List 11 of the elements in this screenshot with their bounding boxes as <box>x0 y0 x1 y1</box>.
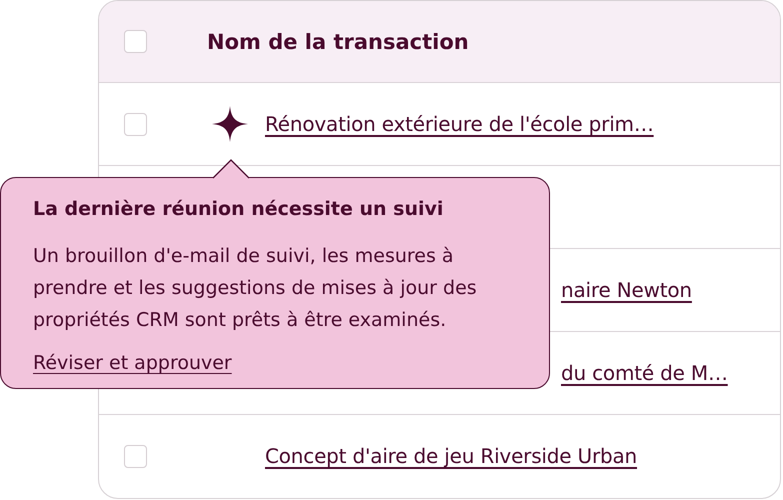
deal-link[interactable]: du comté de M… <box>561 361 728 385</box>
column-header: Nom de la transaction <box>207 30 469 54</box>
checkbox[interactable] <box>124 112 147 136</box>
tooltip-title: La dernière réunion nécessite un suivi <box>33 197 444 222</box>
deal-link[interactable]: Concept d'aire de jeu Riverside Urban <box>265 444 638 468</box>
deal-link[interactable]: Rénovation extérieure de l'école prim… <box>265 112 654 136</box>
checkbox[interactable] <box>124 444 147 468</box>
deal-link[interactable]: naire Newton <box>561 278 692 302</box>
checkbox[interactable] <box>124 30 147 53</box>
tooltip-text: Un brouillon d'e-mail de suivi, les mesures à prendre et les suggestions de mises à jour des propriétés CRM sont prêts à être examinés. <box>33 244 478 333</box>
review-link[interactable]: Réviser et approuver <box>33 350 232 376</box>
